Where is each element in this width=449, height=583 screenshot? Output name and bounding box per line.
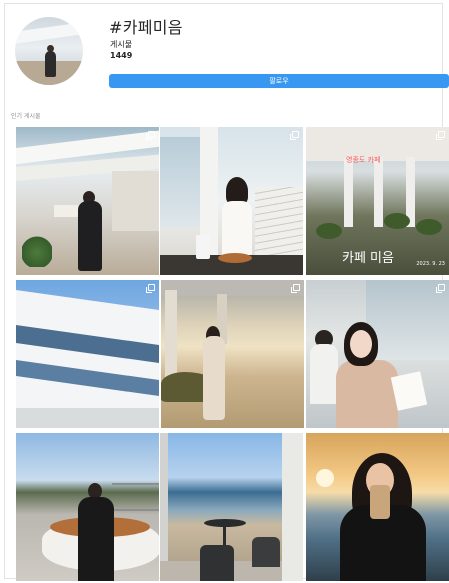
photo-window xyxy=(160,137,200,227)
photo-person xyxy=(310,344,338,404)
post-tile-8[interactable] xyxy=(160,433,303,581)
photo-person xyxy=(78,497,114,581)
photo-overlay-title: 카페 미음 xyxy=(342,251,394,266)
multiple-photos-icon xyxy=(291,284,300,293)
photo-palm xyxy=(22,231,52,267)
post-tile-2[interactable] xyxy=(160,127,303,275)
post-tile-5[interactable] xyxy=(161,280,304,428)
photo-shrub xyxy=(384,213,410,229)
photo-railing xyxy=(112,483,159,511)
photo-pillar xyxy=(344,157,353,227)
photo-person xyxy=(203,336,225,420)
posts-label: 게시물 xyxy=(110,40,133,49)
photo-base xyxy=(16,408,159,428)
multiple-photos-icon xyxy=(436,131,445,140)
photo-building xyxy=(54,205,78,217)
photo-person xyxy=(222,201,252,256)
photo-overlay-date: 2023. 9. 23 xyxy=(416,261,445,267)
post-tile-3[interactable]: 영종도 카페 카페 미음 2023. 9. 23 xyxy=(306,127,449,275)
photo-shrub xyxy=(316,223,342,239)
photo-shrub xyxy=(416,219,442,235)
photo-cup xyxy=(196,235,210,259)
multiple-photos-icon xyxy=(146,284,155,293)
photo-overlay-red-text: 영종도 카페 xyxy=(346,156,381,164)
multiple-photos-icon xyxy=(436,284,445,293)
popular-posts-label: 인기 게시물 xyxy=(11,113,41,120)
hashtag-avatar[interactable] xyxy=(15,17,83,85)
photo-chair xyxy=(252,537,280,567)
photo-card xyxy=(390,371,428,411)
follow-button[interactable]: 팔로우 xyxy=(109,74,449,88)
multiple-photos-icon xyxy=(290,131,299,140)
photo-chair xyxy=(200,545,234,581)
post-tile-6[interactable] xyxy=(306,280,449,428)
post-tile-4[interactable] xyxy=(16,280,159,428)
avatar-person xyxy=(45,51,56,77)
post-tile-1[interactable] xyxy=(16,127,159,275)
photo-person-face xyxy=(350,330,372,358)
photo-ceiling xyxy=(161,280,304,296)
post-tile-9[interactable] xyxy=(306,433,449,581)
photo-bread xyxy=(218,253,252,263)
photo-pillar xyxy=(374,157,383,227)
photo-wall xyxy=(112,171,159,231)
photo-person xyxy=(336,360,398,428)
hashtag-title: #카페미음 xyxy=(109,18,183,37)
avatar-roof xyxy=(15,22,83,44)
photo-pillar xyxy=(282,433,303,581)
posts-count: 1449 xyxy=(110,51,133,60)
photo-window-frame xyxy=(160,433,168,581)
multiple-photos-icon xyxy=(146,131,155,140)
photo-stairs xyxy=(255,187,303,257)
photo-phone xyxy=(370,485,390,519)
photo-sun xyxy=(316,469,334,487)
post-tile-7[interactable] xyxy=(16,433,159,581)
photo-person xyxy=(78,201,102,271)
